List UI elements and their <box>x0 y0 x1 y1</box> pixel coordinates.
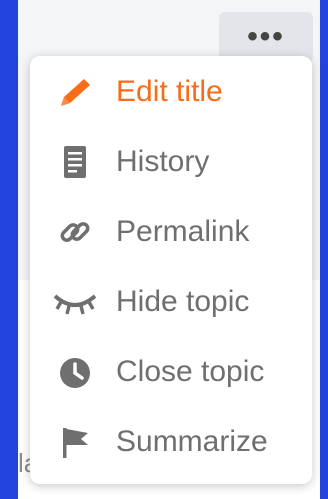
document-icon <box>50 144 100 180</box>
eye-closed-icon <box>50 284 100 320</box>
menu-item-label: Summarize <box>116 425 268 458</box>
clock-icon <box>50 354 100 390</box>
more-options-label: ••• <box>247 20 285 53</box>
topic-actions-menu: Edit title History Permalink Hide topic … <box>30 56 312 484</box>
link-icon <box>50 214 100 250</box>
flag-icon <box>50 424 100 460</box>
pencil-icon <box>50 74 100 110</box>
menu-item-history[interactable]: History <box>30 132 312 192</box>
menu-item-label: Hide topic <box>116 285 250 318</box>
menu-item-label: Permalink <box>116 215 250 248</box>
menu-item-permalink[interactable]: Permalink <box>30 202 312 262</box>
more-options-button[interactable]: ••• <box>219 12 313 62</box>
menu-item-summarize[interactable]: Summarize <box>30 412 312 472</box>
menu-item-edit-title[interactable]: Edit title <box>30 62 312 122</box>
menu-item-close-topic[interactable]: Close topic <box>30 342 312 402</box>
menu-item-label: Close topic <box>116 355 265 388</box>
menu-item-hide-topic[interactable]: Hide topic <box>30 272 312 332</box>
menu-item-label: Edit title <box>116 75 223 108</box>
menu-item-label: History <box>116 145 210 178</box>
